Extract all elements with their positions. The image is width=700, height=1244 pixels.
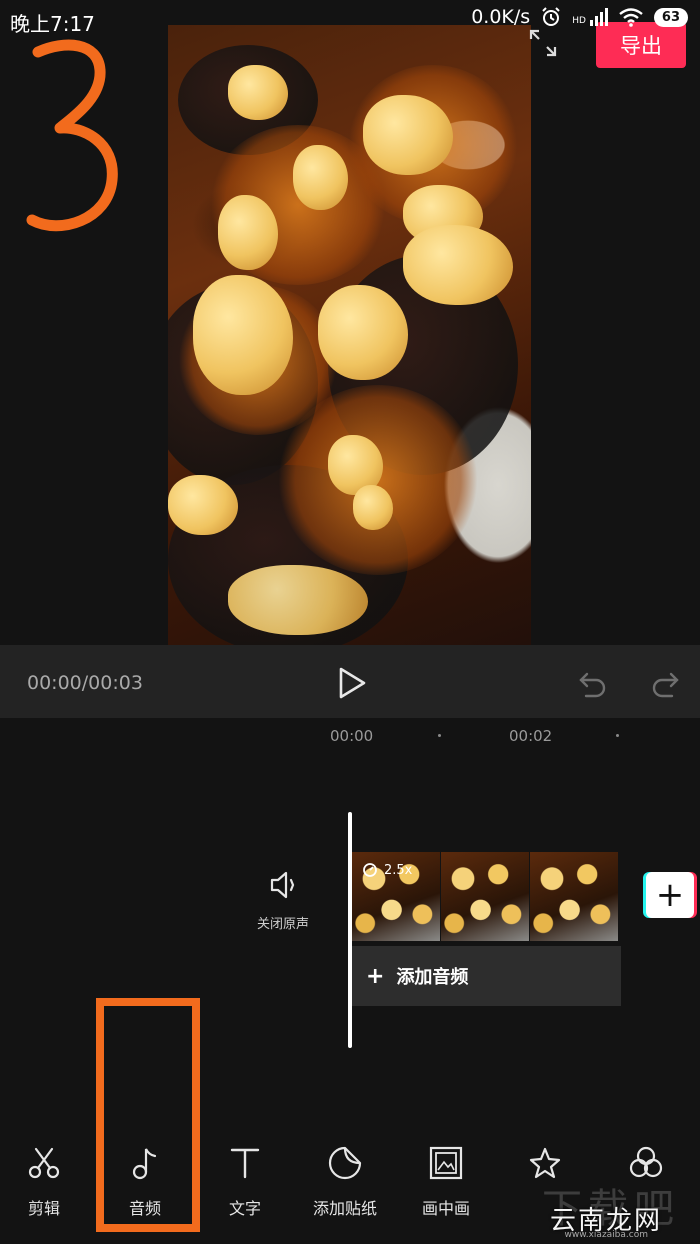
toolbar-item-picture-in-picture[interactable]: 画中画 — [398, 1145, 494, 1219]
text-icon — [230, 1148, 260, 1179]
redo-icon[interactable] — [650, 668, 680, 698]
fullscreen-icon[interactable] — [528, 28, 558, 58]
alarm-icon — [542, 7, 560, 26]
status-bar-right: 0.0K/s HD 63 — [471, 6, 688, 28]
video-preview[interactable] — [168, 25, 531, 645]
toolbar-item-sticker[interactable]: 添加贴纸 — [297, 1145, 393, 1219]
add-audio-label: 添加音频 — [396, 967, 469, 988]
export-label: 导出 — [620, 34, 662, 58]
wifi-icon — [619, 8, 643, 27]
toolbar-label: 画中画 — [421, 1199, 470, 1218]
toolbar-item-edit[interactable]: 剪辑 — [0, 1145, 92, 1219]
speaker-icon[interactable] — [268, 870, 300, 900]
clip-thumbnail — [530, 852, 618, 941]
timeline-tick-dot — [438, 734, 441, 737]
mute-original-audio-label[interactable]: 关闭原声 — [257, 913, 309, 932]
add-audio-button[interactable]: + 添加音频 — [352, 946, 621, 1006]
speed-value: 2.5x — [384, 862, 413, 878]
plus-icon: + — [655, 875, 685, 915]
export-button[interactable]: 导出 — [596, 22, 686, 68]
speed-badge: 2.5x — [362, 862, 412, 878]
add-clip-button[interactable]: + — [646, 872, 694, 918]
playhead[interactable] — [348, 812, 352, 1048]
annotation-highlight-box — [96, 998, 200, 1232]
annotation-step-number — [26, 39, 118, 232]
toolbar-item-text[interactable]: 文字 — [197, 1145, 293, 1219]
watermark-url: www.xiazaiba.com — [564, 1230, 648, 1240]
net-speed: 0.0K/s — [471, 6, 531, 28]
toolbar-label: 添加贴纸 — [312, 1199, 377, 1218]
hd-label: HD — [572, 16, 586, 26]
timeline-tick-label: 00:02 — [509, 727, 553, 745]
status-time: 晚上7:17 — [10, 12, 95, 36]
timeline-tick-dot — [616, 734, 619, 737]
toolbar-label: 文字 — [228, 1199, 261, 1218]
signal-icon: HD — [572, 8, 608, 26]
picture-in-picture-icon — [429, 1146, 463, 1180]
scissors-icon — [28, 1147, 60, 1179]
undo-icon[interactable] — [578, 668, 608, 698]
clip-thumbnail — [441, 852, 529, 941]
timeline-tick-label: 00:00 — [330, 727, 374, 745]
play-icon[interactable] — [336, 666, 368, 700]
sticker-icon — [328, 1146, 362, 1180]
battery-indicator: 63 — [653, 7, 688, 27]
plus-icon: + — [366, 963, 385, 989]
speed-icon — [363, 863, 377, 877]
toolbar-label: 剪辑 — [27, 1199, 60, 1218]
playback-time: 00:00/00:03 — [27, 672, 143, 694]
